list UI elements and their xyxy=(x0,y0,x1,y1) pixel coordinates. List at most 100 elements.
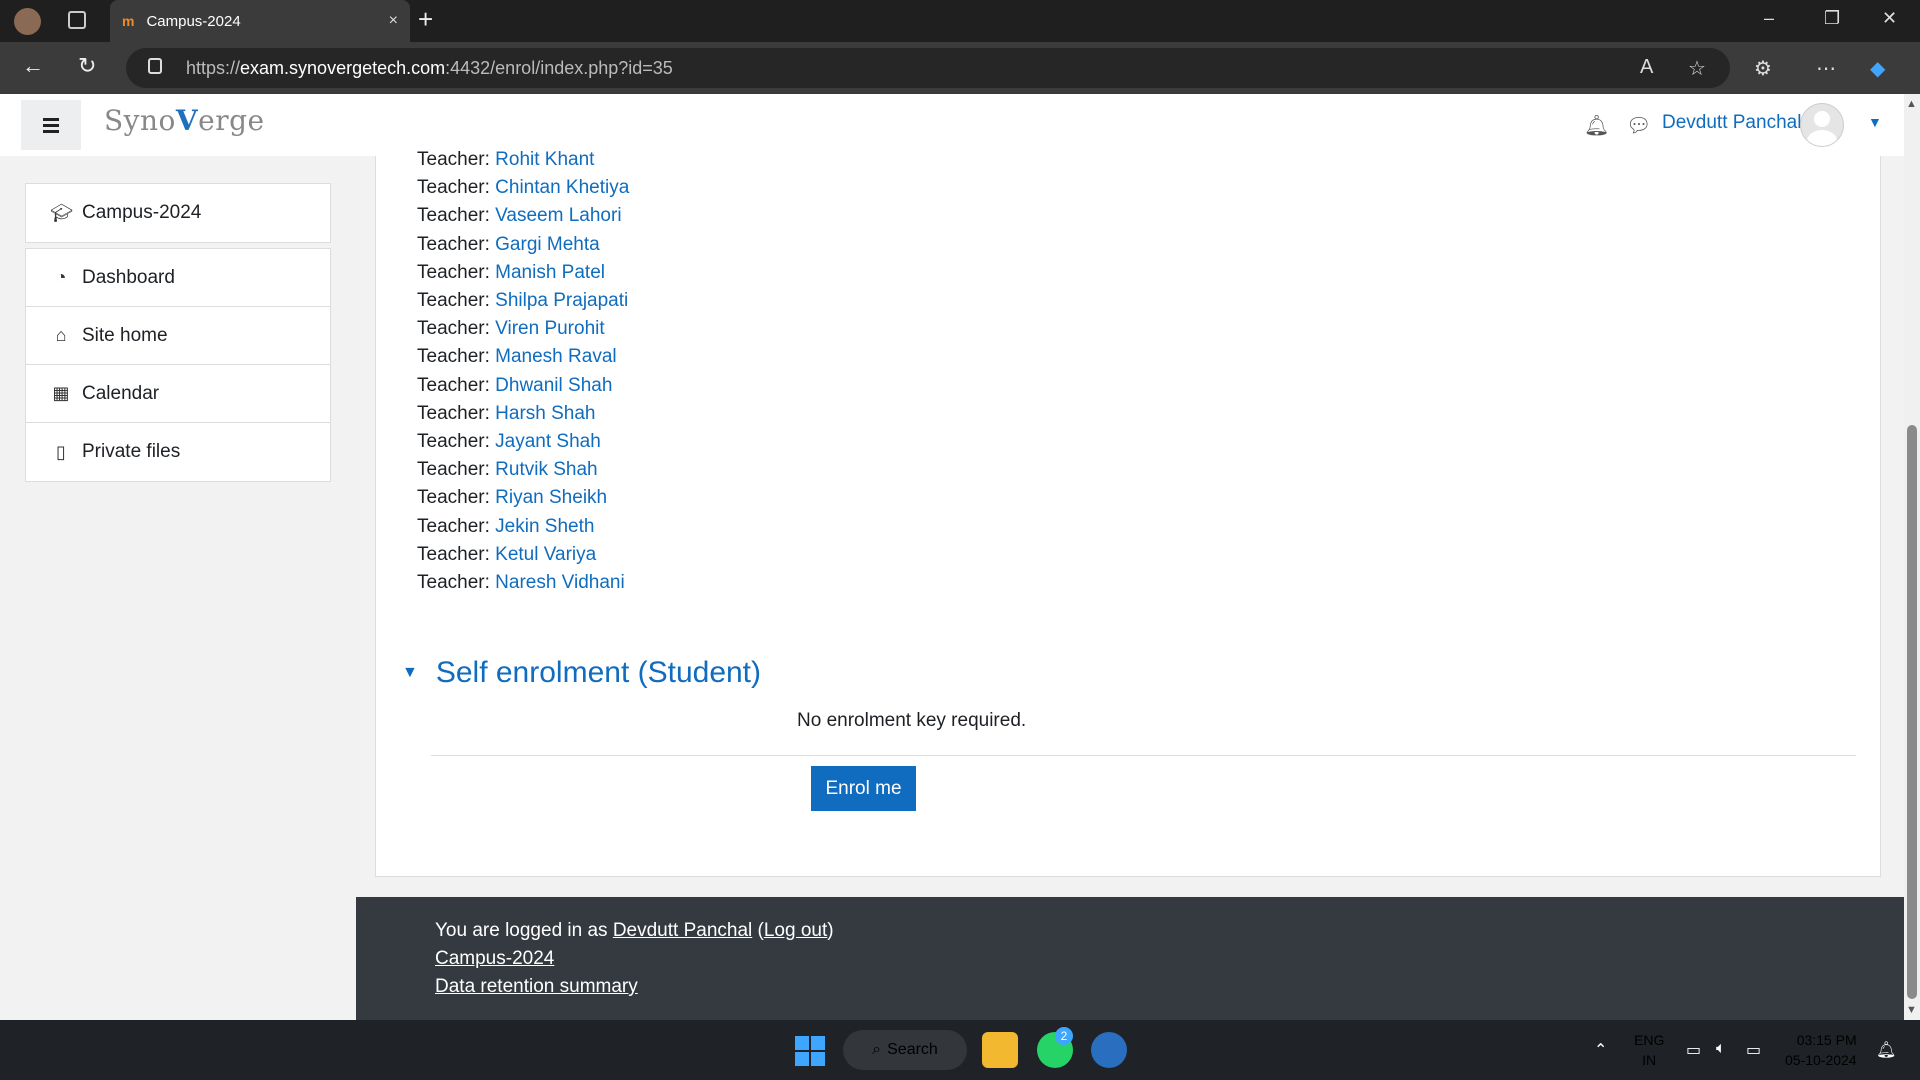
teacher-name-link[interactable]: Viren Purohit xyxy=(495,318,605,339)
graduation-cap-icon: 🎓︎ xyxy=(50,202,73,223)
teacher-name-link[interactable]: Dhwanil Shah xyxy=(495,375,612,396)
search-icon: ⌕ xyxy=(872,1041,882,1058)
enrol-me-button[interactable]: Enrol me xyxy=(811,766,916,811)
teacher-name-link[interactable]: Chintan Khetiya xyxy=(495,177,629,198)
scrollbar-thumb[interactable] xyxy=(1907,425,1917,999)
enrolment-section-header[interactable]: ▼ Self enrolment (Student) xyxy=(402,656,761,690)
notifications-bell-icon[interactable]: 🔔︎ xyxy=(1584,113,1609,138)
drawer-item-dashboard[interactable]: ◔ Dashboard xyxy=(26,249,330,307)
messages-chat-icon[interactable]: 💬︎ xyxy=(1626,113,1651,138)
teacher-name-link[interactable]: Jayant Shah xyxy=(495,431,601,452)
drawer-item-label: Site home xyxy=(82,324,168,346)
language-indicator[interactable]: ENG IN xyxy=(1634,1030,1664,1070)
drawer-item-private-files[interactable]: ▯ Private files xyxy=(26,423,330,481)
teacher-row: Teacher: Viren Purohit xyxy=(417,315,629,343)
drawer-toggle-button[interactable] xyxy=(21,100,81,150)
windows-start-icon[interactable] xyxy=(795,1036,825,1066)
teacher-label: Teacher: xyxy=(417,318,490,340)
data-retention-link[interactable]: Data retention summary xyxy=(435,976,638,997)
search-label: Search xyxy=(887,1041,938,1058)
teacher-row: Teacher: Manesh Raval xyxy=(417,343,629,371)
notification-center-icon[interactable]: 🔔︎ xyxy=(1876,1040,1896,1060)
lock-icon[interactable] xyxy=(148,58,162,74)
teacher-row: Teacher: Riyan Sheikh xyxy=(417,484,629,512)
paren-close: ) xyxy=(827,920,834,941)
teacher-label: Teacher: xyxy=(417,177,490,199)
teacher-name-link[interactable]: Rohit Khant xyxy=(495,149,594,170)
browser-tab[interactable]: m Campus-2024 × xyxy=(110,0,410,42)
tab-favicon-icon: m xyxy=(122,13,135,29)
teacher-label: Teacher: xyxy=(417,290,490,312)
network-icon[interactable]: ▭ xyxy=(1686,1040,1701,1060)
edge-browser-icon[interactable] xyxy=(1091,1032,1127,1068)
read-aloud-icon[interactable]: A xyxy=(1640,56,1653,79)
teacher-label: Teacher: xyxy=(417,261,490,283)
taskbar-search[interactable]: ⌕ Search xyxy=(843,1030,967,1070)
footer-user-link[interactable]: Devdutt Panchal xyxy=(613,920,752,941)
extensions-icon[interactable]: ⚙ xyxy=(1754,56,1772,81)
footer-course-link[interactable]: Campus-2024 xyxy=(435,948,554,969)
teacher-row: Teacher: Jayant Shah xyxy=(417,428,629,456)
address-bar[interactable]: https://exam.synovergetech.com:4432/enro… xyxy=(126,48,1730,88)
collapse-triangle-icon[interactable]: ▼ xyxy=(402,664,418,682)
hidden-icons-chevron-icon[interactable]: ⌃ xyxy=(1594,1040,1607,1060)
teacher-label: Teacher: xyxy=(417,149,490,170)
more-menu-icon[interactable]: ⋯ xyxy=(1816,56,1836,81)
logout-link[interactable]: Log out xyxy=(764,920,827,941)
teacher-label: Teacher: xyxy=(417,572,490,594)
site-logo[interactable]: SynoVerge xyxy=(104,104,265,137)
divider xyxy=(431,755,1856,756)
teacher-name-link[interactable]: Harsh Shah xyxy=(495,403,595,424)
teacher-row: Teacher: Vaseem Lahori xyxy=(417,202,629,230)
tab-actions-icon[interactable] xyxy=(68,11,86,29)
teacher-row: Teacher: Jekin Sheth xyxy=(417,513,629,541)
teacher-label: Teacher: xyxy=(417,515,490,537)
restore-button[interactable]: ❐ xyxy=(1824,8,1840,29)
tab-close-button[interactable]: × xyxy=(389,12,398,30)
teacher-name-link[interactable]: Jekin Sheth xyxy=(495,516,594,537)
teacher-row: Teacher: Naresh Vidhani xyxy=(417,569,629,597)
teacher-name-link[interactable]: Gargi Mehta xyxy=(495,234,600,255)
drawer-item-label: Calendar xyxy=(82,382,160,404)
file-explorer-icon[interactable] xyxy=(982,1032,1018,1068)
browser-profile-avatar[interactable] xyxy=(14,8,41,35)
battery-icon[interactable]: ▭ xyxy=(1746,1040,1761,1060)
teacher-row: Teacher: Gargi Mehta xyxy=(417,231,629,259)
paren-open: ( xyxy=(752,920,764,941)
scroll-down-arrow-icon[interactable]: ▼ xyxy=(1906,1004,1917,1016)
copilot-icon[interactable]: ◆ xyxy=(1870,56,1885,81)
drawer-item-site-home[interactable]: ⌂ Site home xyxy=(26,307,330,365)
teacher-name-link[interactable]: Rutvik Shah xyxy=(495,459,597,480)
drawer-item-course[interactable]: 🎓︎ Campus-2024 xyxy=(26,184,330,242)
drawer-item-label: Dashboard xyxy=(82,266,175,288)
teacher-row: Teacher: Ketul Variya xyxy=(417,541,629,569)
teacher-label: Teacher: xyxy=(417,346,490,368)
teacher-name-link[interactable]: Manesh Raval xyxy=(495,346,616,367)
user-menu-caret-icon[interactable]: ▼ xyxy=(1868,114,1882,130)
minimize-button[interactable]: – xyxy=(1764,8,1774,29)
drawer-item-label: Private files xyxy=(82,441,181,462)
teacher-name-link[interactable]: Vaseem Lahori xyxy=(495,205,621,226)
teacher-name-link[interactable]: Naresh Vidhani xyxy=(495,572,625,593)
scroll-up-arrow-icon[interactable]: ▲ xyxy=(1906,98,1917,110)
close-window-button[interactable]: ✕ xyxy=(1882,8,1897,29)
teacher-label: Teacher: xyxy=(417,459,490,481)
reload-icon[interactable]: ↻ xyxy=(78,53,96,79)
file-icon: ▯ xyxy=(56,441,66,462)
teacher-label: Teacher: xyxy=(417,402,490,424)
page-header xyxy=(0,94,1904,156)
user-menu-name[interactable]: Devdutt Panchal xyxy=(1662,112,1801,134)
user-avatar[interactable] xyxy=(1800,103,1844,147)
taskbar-clock[interactable]: 03:15 PM 05-10-2024 xyxy=(1785,1030,1857,1070)
back-arrow-icon[interactable]: ← xyxy=(22,53,44,79)
favorite-star-icon[interactable]: ☆ xyxy=(1688,56,1706,81)
teacher-name-link[interactable]: Riyan Sheikh xyxy=(495,487,607,508)
teacher-name-link[interactable]: Shilpa Prajapati xyxy=(495,290,628,311)
teacher-name-link[interactable]: Ketul Variya xyxy=(495,544,596,565)
teacher-row: Teacher: Rutvik Shah xyxy=(417,456,629,484)
volume-icon[interactable]: 🔈︎ xyxy=(1716,1040,1726,1058)
new-tab-button[interactable]: + xyxy=(418,4,433,35)
teacher-row: Teacher: Harsh Shah xyxy=(417,400,629,428)
teacher-name-link[interactable]: Manish Patel xyxy=(495,262,605,283)
drawer-item-calendar[interactable]: ▦ Calendar xyxy=(26,365,330,423)
